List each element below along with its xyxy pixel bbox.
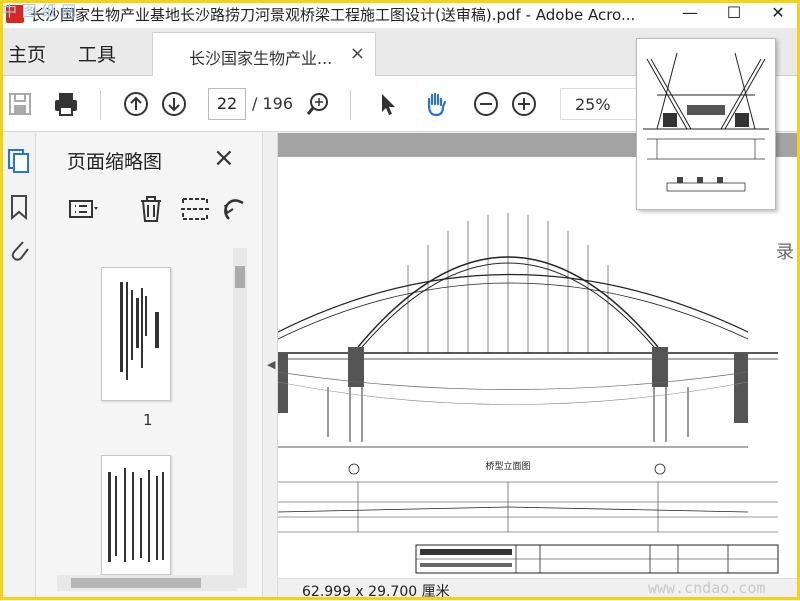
thumbnails-vertical-scrollbar[interactable] bbox=[233, 248, 247, 588]
zoom-level-select[interactable]: 25% bbox=[560, 88, 644, 120]
panel-splitter[interactable]: ◀ bbox=[262, 133, 278, 600]
page-size-label: 62.999 x 29.700 厘米 bbox=[302, 584, 450, 600]
left-tool-strip bbox=[0, 133, 36, 600]
thumbnail-page-number: 1 bbox=[143, 411, 153, 429]
previous-page-icon[interactable] bbox=[120, 88, 152, 120]
rotate-page-icon[interactable] bbox=[219, 193, 251, 225]
scroll-thumb[interactable] bbox=[71, 578, 201, 588]
cutoff-text: 录 bbox=[776, 242, 794, 263]
minimize-button[interactable]: — bbox=[668, 0, 712, 28]
collapse-panel-icon[interactable]: ◀ bbox=[267, 358, 275, 371]
thumbnail-tools bbox=[67, 191, 247, 227]
menu-tools[interactable]: 工具 bbox=[78, 40, 116, 67]
page-total: / 196 bbox=[252, 94, 294, 113]
hand-tool-icon[interactable] bbox=[420, 88, 452, 120]
close-tab-icon[interactable]: × bbox=[350, 43, 365, 64]
toolbar-separator bbox=[100, 90, 101, 120]
delete-page-icon[interactable] bbox=[135, 193, 167, 225]
attachments-icon[interactable] bbox=[6, 235, 32, 263]
document-tab[interactable]: 长沙国家生物产业... × bbox=[152, 32, 376, 76]
select-cursor-icon[interactable] bbox=[372, 88, 404, 120]
zoom-in-icon[interactable] bbox=[508, 88, 540, 120]
zoom-search-icon[interactable] bbox=[302, 88, 334, 120]
thumbnails-horizontal-scrollbar[interactable] bbox=[57, 575, 237, 591]
zoom-out-icon[interactable] bbox=[470, 88, 502, 120]
document-tab-label: 长沙国家生物产业... bbox=[189, 49, 333, 68]
site-watermark: 中 图 纸 网 bbox=[2, 2, 77, 20]
bridge-drawing: 桥型立面图 bbox=[278, 213, 779, 574]
document-status-bar: 62.999 x 29.700 厘米 www.cndao.com bbox=[278, 578, 800, 600]
thumbnail-page-2[interactable] bbox=[101, 455, 171, 575]
print-icon[interactable] bbox=[50, 88, 82, 120]
page-thumbnails-icon[interactable] bbox=[6, 147, 32, 175]
title-bar: 长沙国家生物产业基地长沙路捞刀河景观桥梁工程施工图设计(送审稿).pdf - A… bbox=[0, 0, 800, 28]
toolbar-separator bbox=[350, 90, 351, 120]
document-page: 桥型立面图 bbox=[278, 157, 800, 578]
save-icon[interactable] bbox=[4, 88, 36, 120]
close-window-button[interactable]: ✕ bbox=[756, 0, 800, 28]
maximize-button[interactable]: ☐ bbox=[712, 0, 756, 28]
window-controls: — ☐ ✕ bbox=[668, 0, 800, 28]
panel-title: 页面缩略图 bbox=[67, 151, 163, 173]
thumbnails-panel: 页面缩略图 × 1 bbox=[37, 133, 262, 600]
bookmarks-icon[interactable] bbox=[6, 193, 32, 221]
close-panel-icon[interactable]: × bbox=[213, 143, 235, 173]
drawing-title: 桥型立面图 bbox=[485, 460, 530, 472]
next-page-icon[interactable] bbox=[158, 88, 190, 120]
cndao-watermark: www.cndao.com bbox=[648, 579, 766, 597]
menu-home[interactable]: 主页 bbox=[8, 40, 46, 67]
window-title: 长沙国家生物产业基地长沙路捞刀河景观桥梁工程施工图设计(送审稿).pdf - A… bbox=[30, 5, 636, 24]
page-preview-popup bbox=[636, 38, 776, 210]
page-number-input[interactable]: 22 bbox=[208, 88, 246, 120]
extract-page-icon[interactable] bbox=[179, 193, 211, 225]
scroll-thumb[interactable] bbox=[235, 266, 245, 288]
thumbnail-page-1[interactable] bbox=[101, 267, 171, 401]
thumbnail-options-icon[interactable] bbox=[67, 193, 99, 225]
